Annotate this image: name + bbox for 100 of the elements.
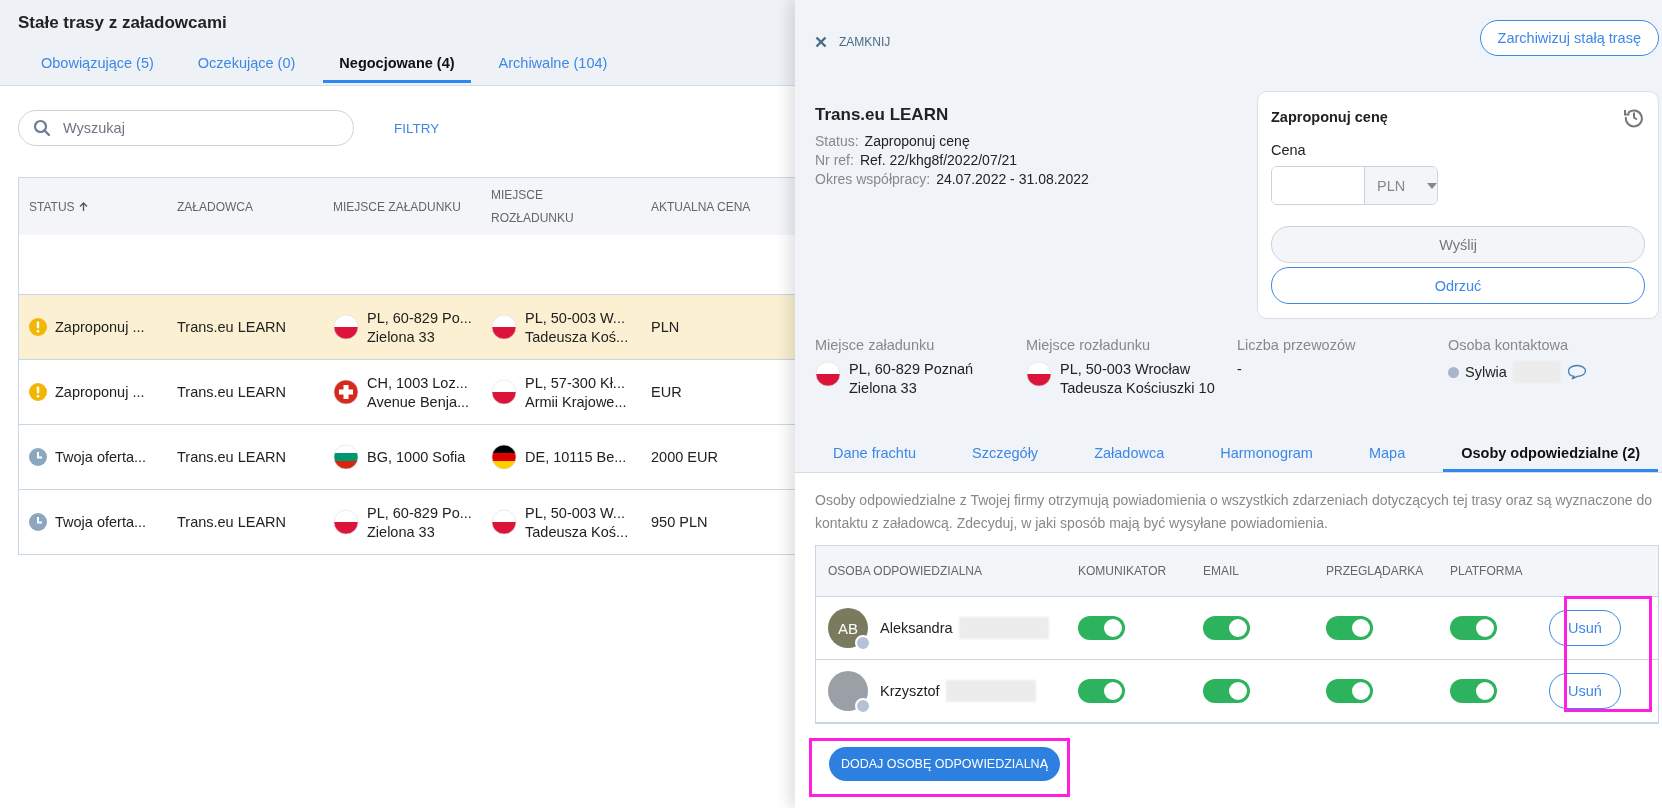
currency-select[interactable]: PLN (1365, 167, 1437, 204)
toggle-switch[interactable] (1326, 616, 1373, 640)
tab[interactable]: Dane frachtu (815, 436, 935, 472)
filters-link[interactable]: FILTRY (394, 120, 440, 136)
flag-icon (333, 444, 359, 470)
fact-label: Status: (815, 133, 859, 149)
address-line: PL, 60-829 Po... (367, 504, 472, 521)
status-text: Twoja oferta... (55, 449, 147, 465)
add-person-button[interactable]: DODAJ OSOBĘ ODPOWIEDZIALNĄ (829, 747, 1060, 781)
shipper-name: Trans.eu LEARN (177, 319, 287, 335)
search-input[interactable]: Wyszukaj (61, 119, 339, 137)
fact-label: Nr ref: (815, 152, 854, 168)
address-line: DE, 10115 Be... (525, 449, 627, 465)
price-text: PLN (651, 319, 680, 335)
address-line: Zielona 33 (367, 328, 436, 345)
column-header: PLATFORMA (1449, 564, 1524, 578)
remove-button[interactable]: Usuń (1549, 673, 1621, 709)
sort-arrow-icon[interactable] (78, 201, 88, 212)
warning-icon (29, 383, 47, 401)
column-header: KOMUNIKATOR (1077, 564, 1168, 578)
archive-button[interactable]: Zarchiwizuj stałą trasę (1479, 20, 1659, 56)
address-line: PL, 57-300 Kł... (525, 374, 626, 391)
tab[interactable]: Harmonogram (1202, 436, 1331, 472)
address-line: CH, 1003 Loz... (367, 374, 469, 391)
column-header[interactable]: STATUS (29, 199, 75, 214)
address-line: PL, 50-003 W... (525, 309, 626, 326)
search-field[interactable]: Wyszukaj (18, 110, 354, 146)
fact-value: Ref. 22/khg8f/2022/07/21 (859, 152, 1018, 168)
flag-icon (491, 444, 517, 470)
column-header[interactable]: ZAŁADOWCA (177, 199, 253, 214)
column-header[interactable]: MIEJSCE ROZŁADUNKU (491, 183, 581, 230)
remove-button[interactable]: Usuń (1549, 610, 1621, 646)
detail-label: Liczba przewozów (1237, 337, 1357, 353)
detail-label: Miejsce załadunku (815, 337, 936, 353)
description-text: Osoby odpowiedzialne z Twojej firmy otrzymują powiadomienia o wszystkich zdarzeniach dotyczących tej trasy oraz są wyznaczone do kontaktu z załadowcą. Zdecyduj, w jaki sposób mają być wysyłane powiadomienia. (815, 491, 1653, 533)
tab[interactable]: Negocjowane (4) (323, 45, 471, 83)
fact-value: Zaproponuj cenę (864, 133, 970, 149)
tab[interactable]: Archiwalne (104) (482, 45, 624, 83)
column-header[interactable]: MIEJSCE ZAŁADUNKU (333, 199, 462, 214)
shipper-name: Trans.eu LEARN (177, 514, 287, 530)
table-row[interactable]: Zaproponuj ... Trans.eu LEARN PL, 60-829 Po... Zielona 33 PL, 50-003 W... Tadeusza Koś... PLN (19, 295, 796, 360)
column-header[interactable]: AKTUALNA CENA (651, 199, 751, 214)
address-line: Tadeusza Koś... (525, 523, 629, 540)
detail-value: - (1237, 361, 1243, 377)
close-icon (815, 36, 827, 48)
tab[interactable]: Szczegóły (954, 436, 1057, 472)
column-header: OSOBA ODPOWIEDZIALNA (827, 564, 984, 578)
contact-name: Sylwia (1465, 364, 1507, 380)
tab[interactable]: Obowiązujące (5) (25, 45, 170, 83)
column-header: EMAIL (1202, 564, 1240, 578)
tab[interactable]: Mapa (1350, 436, 1424, 472)
price-field[interactable]: PLN (1271, 166, 1438, 205)
flag-icon (491, 509, 517, 535)
column-header: PRZEGLĄDARKA (1325, 564, 1425, 578)
toggle-switch[interactable] (1078, 679, 1125, 703)
address-line: Armii Krajowe... (525, 393, 627, 410)
toggle-switch[interactable] (1078, 616, 1125, 640)
clock-icon (29, 513, 47, 531)
address-line: PL, 50-003 W... (525, 504, 626, 521)
address-line: Avenue Benja... (367, 393, 470, 410)
toggle-switch[interactable] (1203, 679, 1250, 703)
caret-icon (1427, 182, 1437, 189)
flag-icon (1026, 361, 1052, 387)
detail-label: Osoba kontaktowa (1448, 337, 1570, 353)
status-text: Zaproponuj ... (55, 319, 145, 335)
flag-icon (333, 379, 359, 405)
person-name: Aleksandra (880, 620, 953, 636)
toggle-switch[interactable] (1450, 616, 1497, 640)
address-line: Zielona 33 (367, 523, 436, 540)
address-line: BG, 1000 Sofia (367, 449, 466, 465)
status-text: Zaproponuj ... (55, 384, 145, 400)
tab[interactable]: Oczekujące (0) (181, 45, 312, 83)
history-icon[interactable] (1623, 106, 1645, 128)
address-line: PL, 60-829 Poznań (849, 361, 974, 377)
clock-icon (29, 448, 47, 466)
price-text: 950 PLN (651, 514, 708, 530)
toggle-switch[interactable] (1450, 679, 1497, 703)
company-name: Trans.eu LEARN (815, 105, 950, 125)
offer-title: Zaproponuj cenę (1271, 109, 1388, 125)
chat-bubble-icon[interactable] (1566, 364, 1587, 380)
flag-icon (491, 379, 517, 405)
fact-label: Okres współpracy: (815, 171, 931, 187)
avatar: AB (828, 608, 868, 648)
detail-label: Miejsce rozładunku (1026, 337, 1152, 353)
flag-icon (491, 314, 517, 340)
page-title: Stałe trasy z załadowcami (17, 12, 228, 34)
price-input[interactable] (1272, 167, 1365, 204)
warning-icon (29, 318, 47, 336)
toggle-switch[interactable] (1203, 616, 1250, 640)
fact-value: 24.07.2022 - 31.08.2022 (936, 171, 1089, 187)
close-button[interactable]: ZAMKNIJ (815, 27, 891, 49)
flag-icon (333, 314, 359, 340)
flag-icon (815, 361, 841, 387)
address-line: Tadeusza Kościuszki 10 (1060, 380, 1215, 396)
toggle-switch[interactable] (1326, 679, 1373, 703)
status-dot-icon (1448, 366, 1459, 378)
address-line: Zielona 33 (849, 380, 918, 396)
price-label: Cena (1271, 142, 1307, 158)
tab[interactable]: Załadowca (1076, 436, 1183, 472)
reject-button[interactable]: Odrzuć (1271, 267, 1645, 304)
